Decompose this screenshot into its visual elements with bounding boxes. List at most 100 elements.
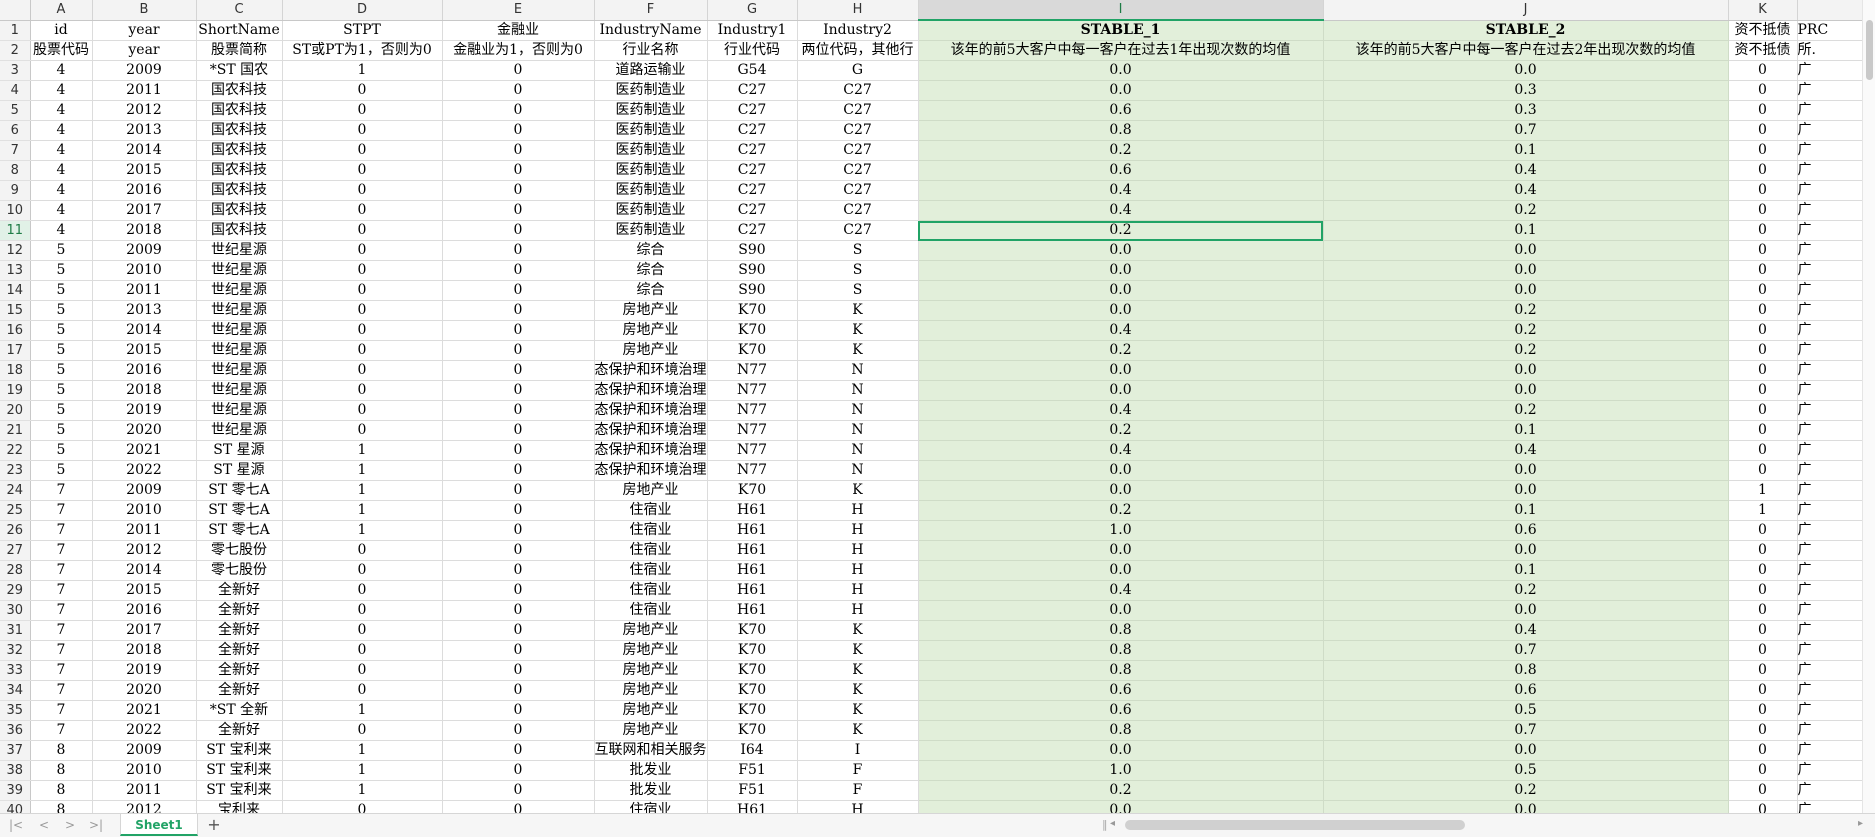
cell-k4[interactable]: 0: [1728, 80, 1798, 101]
cell-d34[interactable]: 0: [282, 680, 443, 701]
row-header[interactable]: 14: [0, 280, 31, 301]
cell-k16[interactable]: 0: [1728, 320, 1798, 341]
cell-e19[interactable]: 0: [442, 380, 595, 401]
cell-a34[interactable]: 7: [30, 680, 93, 701]
cell-h37[interactable]: I: [797, 740, 919, 761]
cell-g1[interactable]: Industry1: [707, 20, 798, 41]
row-header[interactable]: 33: [0, 660, 31, 681]
cell-i37[interactable]: 0.0: [918, 740, 1324, 761]
row-header[interactable]: 23: [0, 460, 31, 481]
cell-i31[interactable]: 0.8: [918, 620, 1324, 641]
cell-f1[interactable]: IndustryName: [594, 20, 708, 41]
cell-j24[interactable]: 0.0: [1323, 480, 1729, 501]
sheet-tab-sheet1[interactable]: Sheet1: [120, 814, 198, 836]
row-header[interactable]: 26: [0, 520, 31, 541]
cell-c4[interactable]: 国农科技: [196, 80, 283, 101]
cell-a36[interactable]: 7: [30, 720, 93, 741]
cell-i19[interactable]: 0.0: [918, 380, 1324, 401]
cell-a20[interactable]: 5: [30, 400, 93, 421]
cell-k35[interactable]: 0: [1728, 700, 1798, 721]
cell-d32[interactable]: 0: [282, 640, 443, 661]
cell-k23[interactable]: 0: [1728, 460, 1798, 481]
cell-a8[interactable]: 4: [30, 160, 93, 181]
row-header[interactable]: 28: [0, 560, 31, 581]
cell-f27[interactable]: 住宿业: [594, 540, 708, 561]
cell-d30[interactable]: 0: [282, 600, 443, 621]
cell-b11[interactable]: 2018: [92, 220, 197, 241]
cell-g30[interactable]: H61: [707, 600, 798, 621]
cell-d12[interactable]: 0: [282, 240, 443, 261]
cell-e40[interactable]: 0: [442, 800, 595, 813]
row-header[interactable]: 18: [0, 360, 31, 381]
cell-b1[interactable]: year: [92, 20, 197, 41]
cell-i20[interactable]: 0.4: [918, 400, 1324, 421]
column-header-next[interactable]: [1797, 0, 1867, 21]
cell-j28[interactable]: 0.1: [1323, 560, 1729, 581]
cell-k14[interactable]: 0: [1728, 280, 1798, 301]
spreadsheet-grid[interactable]: ABCDEFGHIJK 1 id year ShortName STPT 金融业 Indus…: [0, 0, 1875, 813]
cell-g8[interactable]: C27: [707, 160, 798, 181]
cell-f15[interactable]: 房地产业: [594, 300, 708, 321]
row-header[interactable]: 12: [0, 240, 31, 261]
cell-i40[interactable]: 0.0: [918, 800, 1324, 813]
cell-l34[interactable]: 广: [1797, 680, 1867, 701]
cell-g9[interactable]: C27: [707, 180, 798, 201]
cell-l33[interactable]: 广: [1797, 660, 1867, 681]
cell-e3[interactable]: 0: [442, 60, 595, 81]
cell-l22[interactable]: 广: [1797, 440, 1867, 461]
splitter-icon[interactable]: ‖: [1102, 818, 1108, 832]
cell-h39[interactable]: F: [797, 780, 919, 801]
cell-b25[interactable]: 2010: [92, 500, 197, 521]
cell-a28[interactable]: 7: [30, 560, 93, 581]
cell-h7[interactable]: C27: [797, 140, 919, 161]
cell-g16[interactable]: K70: [707, 320, 798, 341]
cell-k26[interactable]: 0: [1728, 520, 1798, 541]
cell-f30[interactable]: 住宿业: [594, 600, 708, 621]
cell-j7[interactable]: 0.1: [1323, 140, 1729, 161]
cell-f29[interactable]: 住宿业: [594, 580, 708, 601]
cell-k24[interactable]: 1: [1728, 480, 1798, 501]
cell-a30[interactable]: 7: [30, 600, 93, 621]
row-header[interactable]: 9: [0, 180, 31, 201]
row-header[interactable]: 5: [0, 100, 31, 121]
cell-h26[interactable]: H: [797, 520, 919, 541]
cell-e16[interactable]: 0: [442, 320, 595, 341]
cell-e39[interactable]: 0: [442, 780, 595, 801]
cell-d1[interactable]: STPT: [282, 20, 443, 41]
cell-k36[interactable]: 0: [1728, 720, 1798, 741]
cell-h5[interactable]: C27: [797, 100, 919, 121]
cell-h32[interactable]: K: [797, 640, 919, 661]
cell-d17[interactable]: 0: [282, 340, 443, 361]
cell-h36[interactable]: K: [797, 720, 919, 741]
cell-d35[interactable]: 1: [282, 700, 443, 721]
cell-h8[interactable]: C27: [797, 160, 919, 181]
cell-h21[interactable]: N: [797, 420, 919, 441]
cell-a33[interactable]: 7: [30, 660, 93, 681]
cell-d19[interactable]: 0: [282, 380, 443, 401]
cell-h2[interactable]: 两位代码，其他行: [797, 40, 919, 61]
cell-k28[interactable]: 0: [1728, 560, 1798, 581]
cell-i16[interactable]: 0.4: [918, 320, 1324, 341]
cell-l20[interactable]: 广: [1797, 400, 1867, 421]
cell-i29[interactable]: 0.4: [918, 580, 1324, 601]
cell-c1[interactable]: ShortName: [196, 20, 283, 41]
cell-c39[interactable]: ST 宝利来: [196, 780, 283, 801]
cell-l29[interactable]: 广: [1797, 580, 1867, 601]
column-header-i[interactable]: I: [918, 0, 1324, 21]
cell-i17[interactable]: 0.2: [918, 340, 1324, 361]
cell-d21[interactable]: 0: [282, 420, 443, 441]
cell-k20[interactable]: 0: [1728, 400, 1798, 421]
cell-g22[interactable]: N77: [707, 440, 798, 461]
cell-j25[interactable]: 0.1: [1323, 500, 1729, 521]
column-header-e[interactable]: E: [442, 0, 595, 21]
data-table[interactable]: ABCDEFGHIJK 1 id year ShortName STPT 金融业 Indus…: [0, 0, 1867, 813]
cell-j8[interactable]: 0.4: [1323, 160, 1729, 181]
cell-c33[interactable]: 全新好: [196, 660, 283, 681]
cell-a24[interactable]: 7: [30, 480, 93, 501]
cell-j17[interactable]: 0.2: [1323, 340, 1729, 361]
cell-g25[interactable]: H61: [707, 500, 798, 521]
cell-g32[interactable]: K70: [707, 640, 798, 661]
cell-g12[interactable]: S90: [707, 240, 798, 261]
cell-a37[interactable]: 8: [30, 740, 93, 761]
cell-e13[interactable]: 0: [442, 260, 595, 281]
